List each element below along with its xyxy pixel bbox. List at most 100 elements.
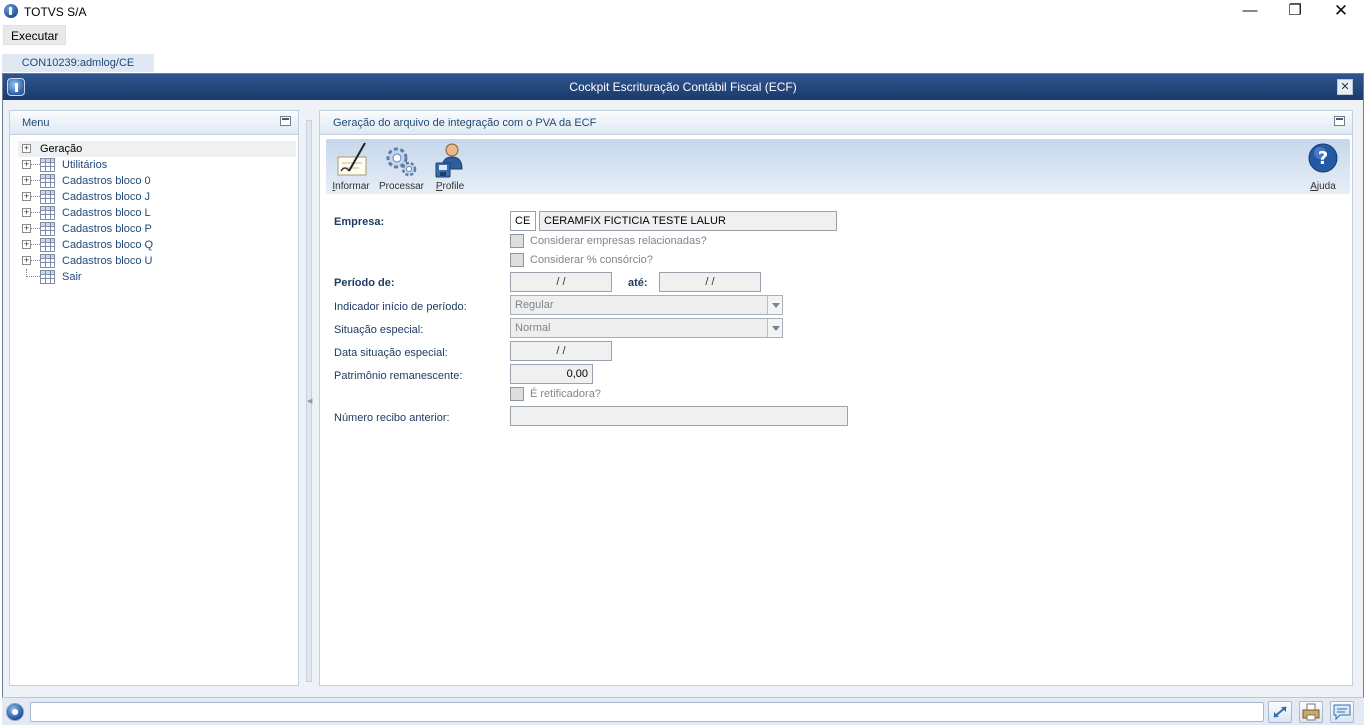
- tree-item-label[interactable]: Cadastros bloco U: [62, 253, 153, 269]
- tree-item-label[interactable]: Cadastros bloco 0: [62, 173, 151, 189]
- processar-button[interactable]: Processar: [379, 139, 425, 194]
- restore-button[interactable]: ❐: [1272, 0, 1318, 22]
- chevron-down-icon[interactable]: [767, 319, 782, 337]
- tree-item-label[interactable]: Cadastros bloco Q: [62, 237, 153, 253]
- profile-button[interactable]: Profile: [430, 139, 470, 194]
- tree-item-cadastros-bloco-q[interactable]: + Cadastros bloco Q: [18, 237, 296, 253]
- ajuda-label-mnemonic: A: [1310, 181, 1317, 192]
- tree-item-label[interactable]: Cadastros bloco P: [62, 221, 152, 237]
- pen-paper-icon: [337, 142, 367, 176]
- ajuda-button[interactable]: ? Ajuda: [1306, 139, 1340, 194]
- considerar-relacionadas-label: Considerar empresas relacionadas?: [530, 235, 707, 247]
- data-situacao-label: Data situação especial:: [334, 347, 448, 359]
- tree-connector: [26, 276, 40, 277]
- retificadora-checkbox[interactable]: [510, 387, 524, 401]
- periodo-ate-field[interactable]: / /: [659, 272, 761, 292]
- recibo-anterior-label: Número recibo anterior:: [334, 412, 450, 424]
- panel-splitter[interactable]: ◀: [306, 120, 312, 682]
- empresa-code-field[interactable]: CE: [510, 211, 536, 231]
- help-icon: ?: [1308, 143, 1338, 173]
- tree-connector: [31, 244, 40, 245]
- expand-icon[interactable]: +: [22, 192, 31, 201]
- processar-label: Processar: [379, 181, 425, 192]
- tree-item-cadastros-bloco-l[interactable]: + Cadastros bloco L: [18, 205, 296, 221]
- tree-item-cadastros-bloco-p[interactable]: + Cadastros bloco P: [18, 221, 296, 237]
- empresa-label: Empresa:: [334, 216, 385, 228]
- user-profile-icon: [435, 143, 463, 178]
- expand-icon[interactable]: +: [22, 240, 31, 249]
- tree-item-cadastros-bloco-u[interactable]: + Cadastros bloco U: [18, 253, 296, 269]
- dialog-header: Cockpit Escrituração Contábil Fiscal (EC…: [3, 74, 1363, 100]
- main-panel: Geração do arquivo de integração com o P…: [319, 110, 1353, 686]
- menu-tree: + Geração + Utilitários + Cadastros bloc…: [18, 141, 296, 285]
- tree-connector: [31, 180, 40, 181]
- collapse-arrow-icon[interactable]: ◀: [307, 397, 312, 405]
- tree-item-sair[interactable]: Sair: [18, 269, 296, 285]
- menu-executar[interactable]: Executar: [3, 25, 67, 45]
- status-message-field: [30, 702, 1264, 722]
- ajuda-label-rest: juda: [1316, 181, 1336, 192]
- expand-icon[interactable]: +: [22, 144, 31, 153]
- recibo-anterior-field[interactable]: [510, 406, 848, 426]
- totvs-status-icon[interactable]: [6, 703, 24, 721]
- considerar-consorcio-label: Considerar % consórcio?: [530, 254, 653, 266]
- window-title: TOTVS S/A: [24, 5, 87, 19]
- tree-item-label[interactable]: Cadastros bloco J: [62, 189, 150, 205]
- indicador-inicio-label: Indicador início de período:: [334, 301, 467, 313]
- expand-icon[interactable]: +: [22, 208, 31, 217]
- profile-label: Profile: [430, 181, 470, 192]
- informar-label-rest: nformar: [335, 181, 370, 192]
- tree-connector: [31, 164, 40, 165]
- gears-icon: [386, 147, 417, 177]
- messages-button[interactable]: [1330, 701, 1354, 723]
- periodo-de-label: Período de:: [334, 277, 395, 289]
- tab-strip: CON10239:admlog/CE: [0, 52, 1366, 72]
- profile-label-rest: rofile: [442, 181, 465, 192]
- tree-connector: [31, 212, 40, 213]
- tree-connector: [31, 228, 40, 229]
- ate-label: até:: [628, 277, 648, 289]
- dialog-title: Cockpit Escrituração Contábil Fiscal (EC…: [569, 80, 797, 94]
- indicador-inicio-select[interactable]: Regular: [510, 295, 783, 315]
- indicador-inicio-value: Regular: [515, 299, 554, 311]
- menu-panel-minimize-button[interactable]: [280, 116, 291, 126]
- cockpit-dialog: Cockpit Escrituração Contábil Fiscal (EC…: [2, 73, 1364, 725]
- print-button[interactable]: [1299, 701, 1323, 723]
- chat-bubble-icon: [1333, 704, 1351, 721]
- tree-item-label[interactable]: Cadastros bloco L: [62, 205, 151, 221]
- tree-item-geracao[interactable]: + Geração: [18, 141, 296, 157]
- considerar-relacionadas-checkbox[interactable]: [510, 234, 524, 248]
- tree-item-label[interactable]: Sair: [62, 269, 82, 285]
- tree-item-label[interactable]: Utilitários: [62, 157, 107, 173]
- tree-item-cadastros-bloco-j[interactable]: + Cadastros bloco J: [18, 189, 296, 205]
- expand-icon[interactable]: +: [22, 160, 31, 169]
- considerar-consorcio-checkbox[interactable]: [510, 253, 524, 267]
- chevron-down-icon[interactable]: [767, 296, 782, 314]
- resize-arrow-button[interactable]: [1268, 701, 1292, 723]
- situacao-especial-value: Normal: [515, 322, 551, 334]
- patrimonio-field[interactable]: 0,00: [510, 364, 593, 384]
- menu-panel: Menu + Geração + Utilitários + Cadastros…: [9, 110, 299, 686]
- table-grid-icon: [40, 238, 55, 252]
- svg-text:?: ?: [1318, 148, 1328, 169]
- tree-item-utilitarios[interactable]: + Utilitários: [18, 157, 296, 173]
- expand-icon[interactable]: +: [22, 224, 31, 233]
- main-panel-header: Geração do arquivo de integração com o P…: [320, 111, 1352, 135]
- informar-button[interactable]: Informar: [332, 139, 370, 194]
- main-panel-minimize-button[interactable]: [1334, 116, 1345, 126]
- minimize-button[interactable]: —: [1227, 0, 1273, 22]
- table-grid-icon: [40, 158, 55, 172]
- expand-icon[interactable]: +: [22, 256, 31, 265]
- menu-bar: Executar: [0, 24, 1366, 46]
- tab-con10239[interactable]: CON10239:admlog/CE: [2, 54, 154, 72]
- periodo-de-field[interactable]: / /: [510, 272, 612, 292]
- data-situacao-field[interactable]: / /: [510, 341, 612, 361]
- situacao-especial-select[interactable]: Normal: [510, 318, 783, 338]
- menu-panel-header: Menu: [10, 111, 298, 135]
- close-window-button[interactable]: ✕: [1318, 0, 1364, 22]
- informar-label: Informar: [332, 181, 370, 192]
- expand-icon[interactable]: +: [22, 176, 31, 185]
- dialog-close-button[interactable]: ✕: [1337, 79, 1353, 95]
- tree-item-label[interactable]: Geração: [40, 141, 82, 157]
- tree-item-cadastros-bloco-0[interactable]: + Cadastros bloco 0: [18, 173, 296, 189]
